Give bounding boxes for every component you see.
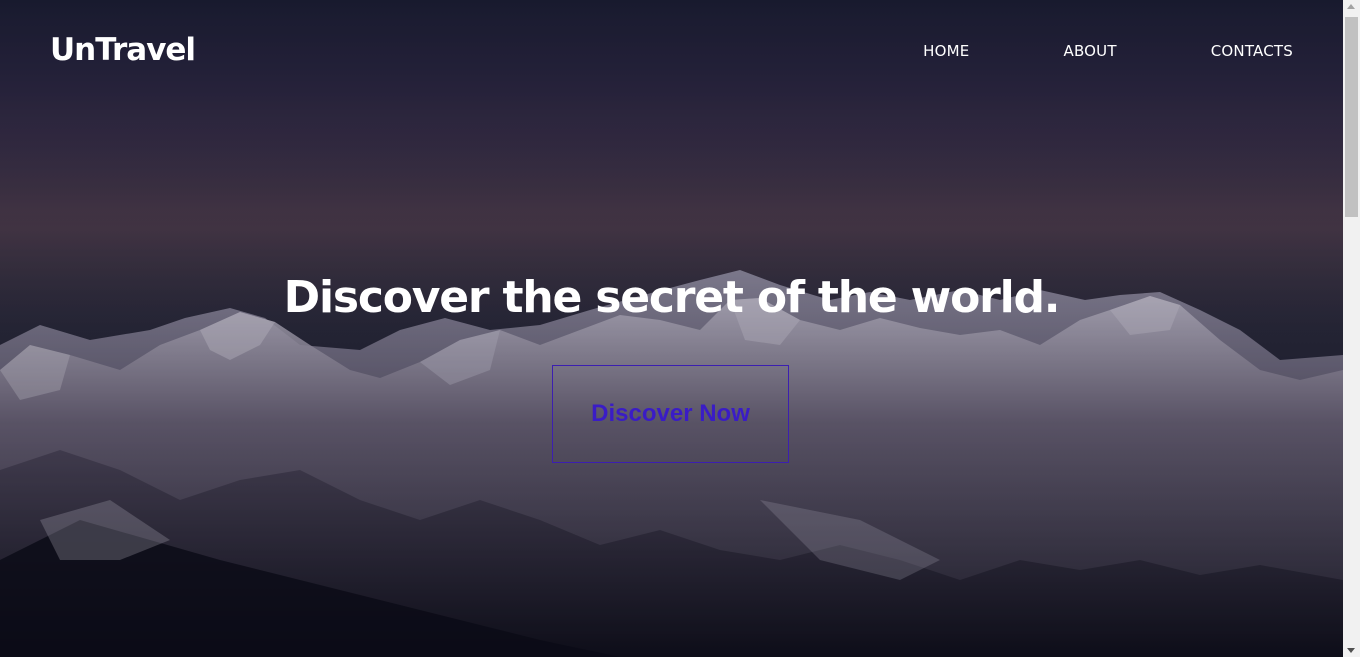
nav-item-contacts[interactable]: CONTACTS (1211, 42, 1293, 60)
scroll-up-arrow-icon[interactable] (1347, 4, 1355, 9)
hero-headline: Discover the secret of the world. (283, 272, 1061, 323)
top-navigation: UnTravel HOME ABOUT CONTACTS (0, 0, 1343, 100)
scroll-down-arrow-icon[interactable] (1347, 648, 1355, 653)
site-logo[interactable]: UnTravel (50, 32, 196, 68)
hero-section: UnTravel HOME ABOUT CONTACTS Discover th… (0, 0, 1343, 657)
nav-item-about[interactable]: ABOUT (1063, 42, 1116, 60)
vertical-scrollbar[interactable] (1343, 0, 1360, 657)
discover-now-button[interactable]: Discover Now (552, 365, 789, 463)
nav-item-home[interactable]: HOME (923, 42, 969, 60)
scrollbar-thumb[interactable] (1345, 17, 1358, 217)
page: UnTravel HOME ABOUT CONTACTS Discover th… (0, 0, 1360, 657)
nav-menu: HOME ABOUT CONTACTS (923, 42, 1293, 60)
